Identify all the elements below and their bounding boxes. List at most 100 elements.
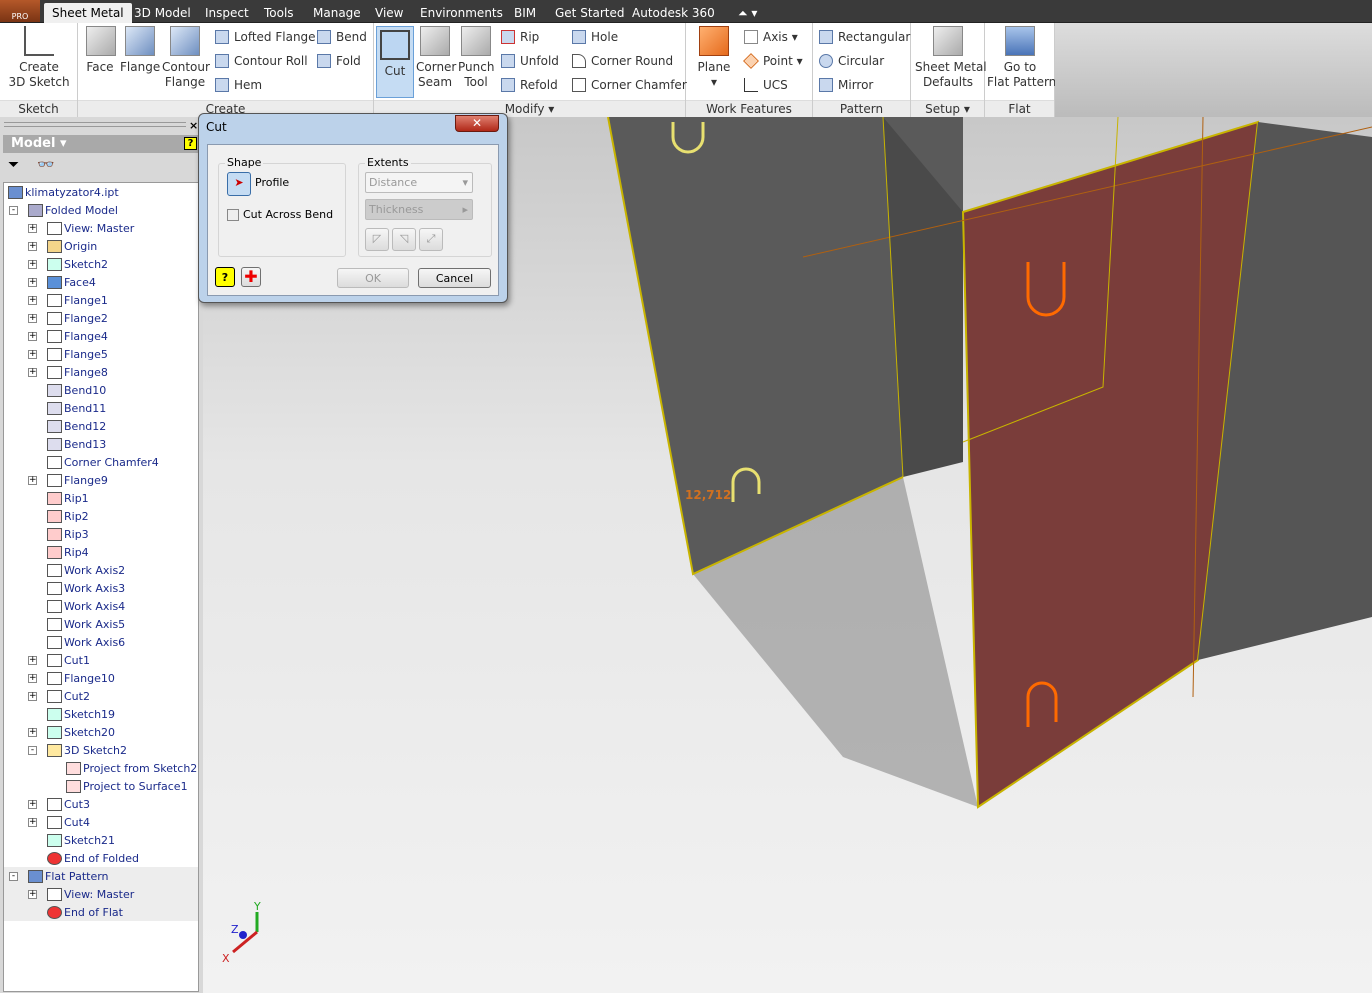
contour-flange-button[interactable]: Contour Flange (162, 26, 210, 90)
browser-drag-handle[interactable] (4, 122, 186, 127)
cancel-button[interactable]: Cancel (418, 268, 491, 288)
tab-view[interactable]: View (367, 3, 411, 23)
tab-bim[interactable]: BIM (506, 3, 544, 23)
tree-item[interactable]: Work Axis4 (47, 598, 125, 616)
corner-round-button[interactable]: Corner Round (572, 52, 673, 70)
panel-title-setup[interactable]: Setup ▾ (911, 100, 984, 117)
bend-button[interactable]: Bend (317, 28, 367, 46)
tree-item[interactable]: + View: Master (28, 220, 134, 238)
punch-tool-button[interactable]: Punch Tool (458, 26, 494, 90)
tree-item[interactable]: Bend12 (47, 418, 106, 436)
help-icon[interactable]: ? (184, 137, 197, 150)
tree-item[interactable]: + Flange1 (28, 292, 108, 310)
tab-3d-model[interactable]: 3D Model (126, 3, 199, 23)
collapse-icon[interactable]: - (9, 206, 18, 215)
tree-item[interactable]: End of Flat (47, 904, 123, 922)
ucs-button[interactable]: UCS (744, 76, 788, 94)
tree-item[interactable]: + Flange5 (28, 346, 108, 364)
tree-item[interactable]: + Face4 (28, 274, 96, 292)
close-icon[interactable]: × (189, 119, 198, 132)
expand-icon[interactable]: + (28, 728, 37, 737)
direction-1-button[interactable]: ◸ (365, 228, 389, 251)
hole-button[interactable]: Hole (572, 28, 618, 46)
rip-button[interactable]: Rip (501, 28, 539, 46)
tree-item[interactable]: Rip1 (47, 490, 89, 508)
tab-autodesk-360[interactable]: Autodesk 360 (624, 3, 723, 23)
tree-item[interactable]: + Sketch2 (28, 256, 108, 274)
expand-icon[interactable]: + (28, 332, 37, 341)
expand-icon[interactable]: + (28, 260, 37, 269)
tree-item[interactable]: + View: Master (28, 886, 134, 904)
expand-icon[interactable]: + (28, 890, 37, 899)
expand-icon[interactable]: + (28, 242, 37, 251)
tree-item[interactable]: - 3D Sketch2 (28, 742, 127, 760)
tree-item[interactable]: - Flat Pattern (9, 868, 109, 886)
tab-get-started[interactable]: Get Started (547, 3, 633, 23)
axis-button[interactable]: Axis ▾ (744, 28, 798, 46)
cut-button[interactable]: Cut (376, 26, 414, 98)
tree-item[interactable]: Sketch19 (47, 706, 115, 724)
tree-item[interactable]: + Cut2 (28, 688, 90, 706)
help-button[interactable]: ? (215, 267, 235, 287)
tree-item[interactable]: Bend11 (47, 400, 106, 418)
tree-item[interactable]: End of Folded (47, 850, 139, 868)
plane-button[interactable]: Plane ▾ (694, 26, 734, 90)
rectangular-pattern-button[interactable]: Rectangular (819, 28, 910, 46)
expand-icon[interactable]: + (28, 476, 37, 485)
collapse-icon[interactable]: - (9, 872, 18, 881)
tree-item[interactable]: Sketch21 (47, 832, 115, 850)
tab-manage[interactable]: Manage (305, 3, 369, 23)
tab-inspect[interactable]: Inspect (197, 3, 257, 23)
tree-item[interactable]: + Cut1 (28, 652, 90, 670)
thickness-field[interactable]: Thickness ▸ (365, 199, 473, 220)
unfold-button[interactable]: Unfold (501, 52, 559, 70)
corner-chamfer-button[interactable]: Corner Chamfer (572, 76, 687, 94)
create-3d-sketch-button[interactable]: Create 3D Sketch (8, 26, 70, 90)
expand-icon[interactable]: + (28, 224, 37, 233)
tree-item[interactable]: Bend13 (47, 436, 106, 454)
expand-icon[interactable]: + (28, 314, 37, 323)
circular-pattern-button[interactable]: Circular (819, 52, 884, 70)
face-button[interactable]: Face (86, 26, 116, 75)
tree-item[interactable]: + Cut3 (28, 796, 90, 814)
tree-item[interactable]: + Origin (28, 238, 97, 256)
tree-item[interactable]: Project to Surface1 (66, 778, 188, 796)
tree-item[interactable]: + Sketch20 (28, 724, 115, 742)
flange-button[interactable]: Flange (120, 26, 160, 75)
tab-environments[interactable]: Environments (412, 3, 511, 23)
add-plus-button[interactable]: ✚ (241, 267, 261, 287)
cut-across-bend-checkbox[interactable] (227, 209, 239, 221)
go-to-flat-pattern-button[interactable]: Go to Flat Pattern (987, 26, 1056, 90)
tree-item[interactable]: + Flange9 (28, 472, 108, 490)
extents-dropdown[interactable]: Distance ▾ (365, 172, 473, 193)
contour-roll-button[interactable]: Contour Roll (215, 52, 308, 70)
tree-item[interactable]: Work Axis5 (47, 616, 125, 634)
mirror-button[interactable]: Mirror (819, 76, 873, 94)
expand-icon[interactable]: + (28, 278, 37, 287)
tree-item[interactable]: Work Axis3 (47, 580, 125, 598)
symmetric-button[interactable]: ⤢ (419, 228, 443, 251)
collapse-icon[interactable]: - (28, 746, 37, 755)
tree-item[interactable]: Work Axis6 (47, 634, 125, 652)
tree-item[interactable]: Project from Sketch20 (66, 760, 198, 778)
tree-item[interactable]: + Flange8 (28, 364, 108, 382)
tab-tools[interactable]: Tools (256, 3, 302, 23)
tree-item[interactable]: Corner Chamfer4 (47, 454, 159, 472)
direction-2-button[interactable]: ◹ (392, 228, 416, 251)
expand-icon[interactable]: + (28, 692, 37, 701)
tree-item[interactable]: Bend10 (47, 382, 106, 400)
hem-button[interactable]: Hem (215, 76, 262, 94)
point-button[interactable]: Point ▾ (743, 52, 803, 70)
application-menu-button[interactable]: PRO (0, 0, 40, 22)
expand-icon[interactable]: + (28, 674, 37, 683)
tree-item[interactable]: + Flange4 (28, 328, 108, 346)
tree-item[interactable]: + Cut4 (28, 814, 90, 832)
filter-icon[interactable]: ⏷ (8, 157, 19, 173)
ok-button[interactable]: OK (337, 268, 409, 288)
tree-item[interactable]: Rip3 (47, 526, 89, 544)
find-binoculars-icon[interactable]: 👓 (37, 157, 54, 173)
expand-icon[interactable]: + (28, 296, 37, 305)
tree-item[interactable]: Rip2 (47, 508, 89, 526)
fold-button[interactable]: Fold (317, 52, 361, 70)
profile-select-button[interactable]: ➤ (227, 172, 251, 196)
